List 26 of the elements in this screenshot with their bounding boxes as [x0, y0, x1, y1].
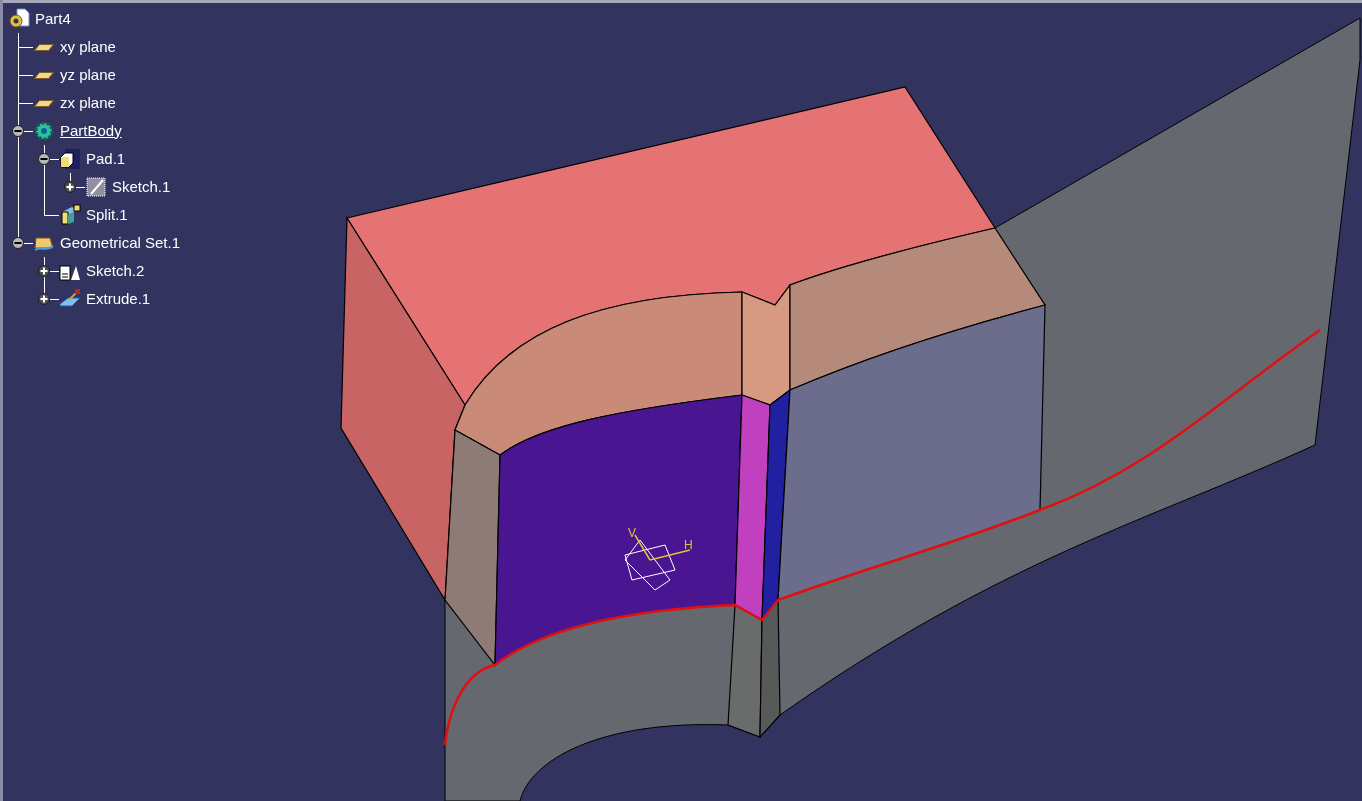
tree-item-label[interactable]: Part4: [35, 7, 71, 31]
tree-item-label[interactable]: PartBody: [60, 119, 122, 143]
tree-item-label[interactable]: Sketch.2: [86, 259, 145, 283]
expand-toggle[interactable]: [64, 181, 76, 193]
part-icon: [8, 8, 30, 30]
plane-icon: [34, 43, 54, 51]
collapse-toggle[interactable]: [38, 153, 50, 165]
expand-toggle[interactable]: [38, 265, 50, 277]
collapse-toggle[interactable]: [12, 125, 24, 137]
tree-item-label[interactable]: Split.1: [86, 203, 128, 227]
split-icon: [59, 204, 81, 226]
tree-item-label[interactable]: Pad.1: [86, 147, 126, 171]
collapse-toggle[interactable]: [12, 237, 24, 249]
tree-item-label[interactable]: zx plane: [60, 91, 116, 115]
tree-item-label[interactable]: xy plane: [60, 35, 116, 59]
expand-toggle[interactable]: [38, 293, 50, 305]
plane-icon: [34, 71, 54, 79]
tree-item-label[interactable]: Geometrical Set.1: [60, 231, 181, 255]
tree-item-label[interactable]: yz plane: [60, 63, 116, 87]
axis-label: H: [684, 538, 693, 552]
extrude-icon: [59, 288, 81, 310]
axis-label: V: [628, 526, 636, 540]
tree-item-label[interactable]: Extrude.1: [86, 287, 151, 311]
plane-icon: [34, 99, 54, 107]
tree-item-label[interactable]: Sketch.1: [112, 175, 171, 199]
gear-icon: [33, 120, 55, 142]
